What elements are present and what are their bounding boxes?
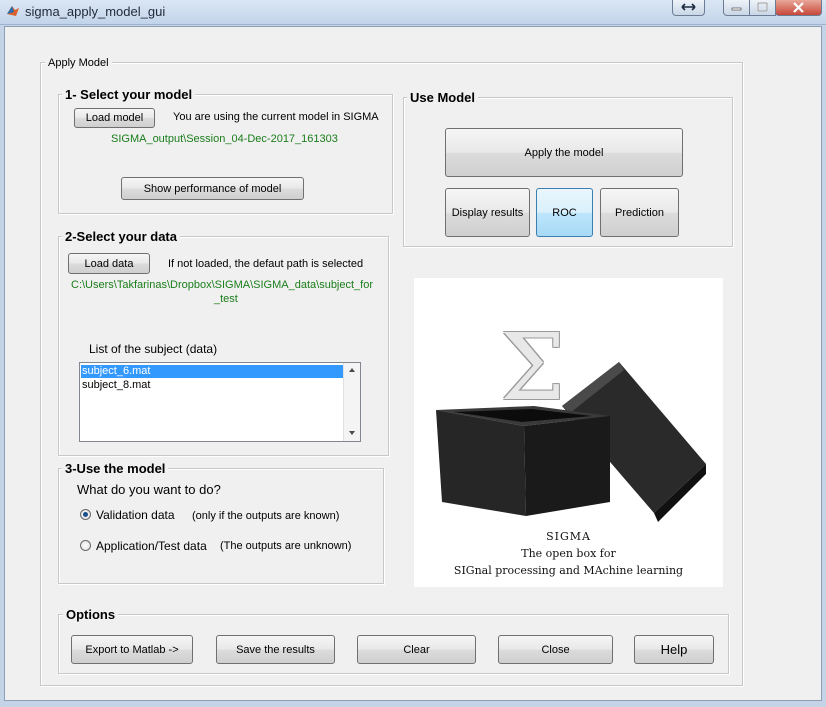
scroll-down-icon[interactable]	[349, 431, 355, 435]
clear-button[interactable]: Clear	[357, 635, 476, 664]
apply-model-title: Apply Model	[45, 57, 112, 69]
window-title: sigma_apply_model_gui	[25, 4, 166, 19]
use-the-model-title: 3-Use the model	[62, 461, 169, 476]
minimize-button[interactable]	[723, 0, 750, 16]
logo-name: SIGMA	[546, 530, 591, 543]
subject-list-label: List of the subject (data)	[89, 342, 218, 356]
use-model-title: Use Model	[407, 90, 479, 105]
save-results-button[interactable]: Save the results	[216, 635, 335, 664]
list-item[interactable]: subject_6.mat	[81, 365, 344, 378]
load-model-button[interactable]: Load model	[74, 108, 155, 128]
validation-radio[interactable]	[80, 509, 91, 520]
close-window-button[interactable]	[775, 0, 822, 16]
resize-arrows-button[interactable]	[672, 0, 705, 16]
data-path-line1: C:\Users\Takfarinas\Dropbox\SIGMA\SIGMA_…	[71, 279, 374, 291]
sigma-logo: Σ SIGMA The open box for SIGnal processi…	[414, 278, 723, 587]
help-button[interactable]: Help	[634, 635, 714, 664]
application-radio[interactable]	[80, 540, 91, 551]
application-note: (The outputs are unknown)	[220, 540, 352, 552]
title-bar[interactable]: sigma_apply_model_gui	[0, 0, 826, 25]
show-performance-button[interactable]: Show performance of model	[121, 177, 304, 200]
select-model-title: 1- Select your model	[62, 87, 196, 102]
radio-selected-dot	[83, 512, 88, 517]
validation-note: (only if the outputs are known)	[192, 510, 340, 522]
maximize-button[interactable]	[749, 0, 776, 16]
model-path-text: SIGMA_output\Session_04-Dec-2017_161303	[111, 133, 338, 145]
application-label[interactable]: Application/Test data	[96, 539, 207, 553]
close-button[interactable]: Close	[498, 635, 613, 664]
scroll-up-icon[interactable]	[349, 368, 355, 372]
logo-tagline: The open box for	[521, 547, 616, 560]
roc-button[interactable]: ROC	[536, 188, 593, 237]
prediction-button[interactable]: Prediction	[600, 188, 679, 237]
validation-label[interactable]: Validation data	[96, 508, 175, 522]
load-data-button[interactable]: Load data	[68, 253, 150, 274]
export-matlab-button[interactable]: Export to Matlab ->	[71, 635, 193, 664]
list-item[interactable]: subject_8.mat	[81, 379, 344, 392]
subject-listbox[interactable]: subject_6.mat subject_8.mat	[79, 362, 361, 442]
data-status-text: If not loaded, the defaut path is select…	[168, 258, 364, 270]
model-status-text: You are using the current model in SIGMA	[173, 111, 379, 123]
select-data-title: 2-Select your data	[62, 229, 180, 244]
listbox-scrollbar[interactable]	[343, 363, 360, 441]
sigma-symbol: Σ	[500, 314, 566, 421]
apply-model-button[interactable]: Apply the model	[445, 128, 683, 177]
logo-subtitle: SIGnal processing and MAchine learning	[453, 564, 684, 577]
data-path-line2: _test	[214, 293, 238, 305]
display-results-button[interactable]: Display results	[445, 188, 530, 237]
question-text: What do you want to do?	[77, 482, 221, 497]
matlab-app-icon	[6, 4, 20, 18]
options-title: Options	[63, 607, 119, 622]
